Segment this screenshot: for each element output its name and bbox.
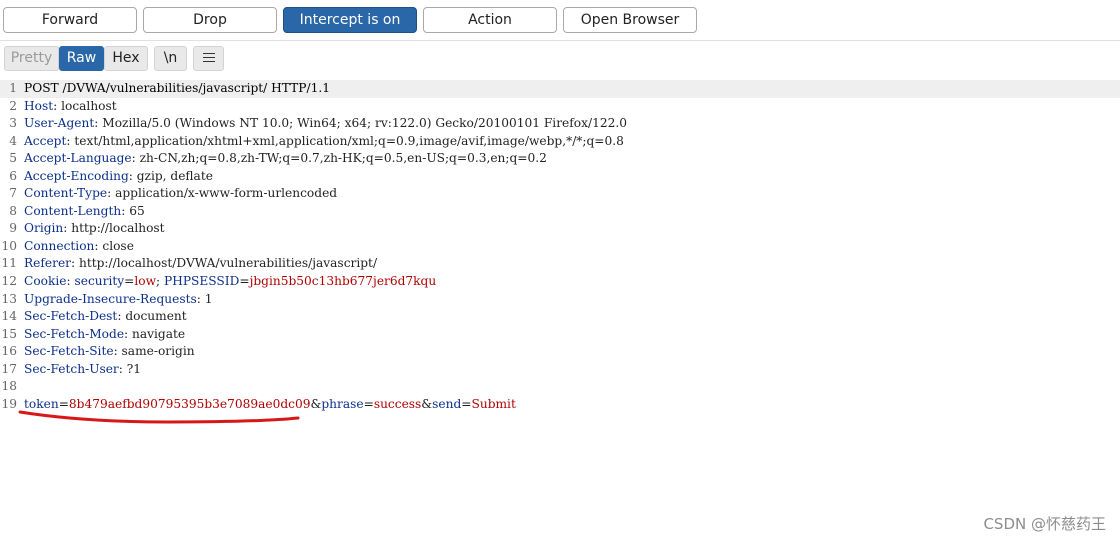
header-line: 14 Sec-Fetch-Dest: document: [0, 308, 1120, 326]
line-number: 11: [1, 256, 17, 271]
header-value: gzip, deflate: [136, 168, 213, 183]
open-browser-button[interactable]: Open Browser: [563, 7, 697, 33]
line-number: 9: [9, 221, 17, 236]
header-value: close: [102, 238, 134, 253]
body-param-value: Submit: [471, 396, 516, 411]
header-value: zh-CN,zh;q=0.8,zh-TW;q=0.7,zh-HK;q=0.5,e…: [139, 151, 547, 166]
cookie-param-value: jbgin5b50c13hb677jer6d7kqu: [249, 274, 437, 289]
header-name: Content-Length: [24, 203, 122, 218]
header-value: document: [125, 309, 187, 324]
header-line: 5 Accept-Language: zh-CN,zh;q=0.8,zh-TW;q…: [0, 150, 1120, 168]
header-value: text/html,application/xhtml+xml,applicat…: [74, 133, 624, 148]
line-number: 3: [9, 116, 17, 131]
header-name: Host: [24, 98, 54, 113]
header-line: 17 Sec-Fetch-User: ?1: [0, 361, 1120, 379]
header-line: 3 User-Agent: Mozilla/5.0 (Windows NT 10.…: [0, 115, 1120, 133]
header-name: Accept-Language: [24, 151, 132, 166]
header-line: 9 Origin: http://localhost: [0, 220, 1120, 238]
header-line: 10 Connection: close: [0, 238, 1120, 256]
drop-button[interactable]: Drop: [143, 7, 277, 33]
header-line: 13 Upgrade-Insecure-Requests: 1: [0, 291, 1120, 309]
tab-raw[interactable]: Raw: [59, 46, 104, 71]
show-newlines-button[interactable]: \n: [154, 46, 187, 71]
header-line: 11 Referer: http://localhost/DVWA/vulnera…: [0, 255, 1120, 273]
body-param-value: success: [373, 396, 422, 411]
cookie-param-name: PHPSESSID: [164, 274, 240, 289]
header-name: Origin: [24, 221, 64, 236]
request-line-text: POST /DVWA/vulnerabilities/javascript/ H…: [24, 81, 330, 95]
header-value: Mozilla/5.0 (Windows NT 10.0; Win64; x64…: [102, 116, 627, 131]
header-name: Sec-Fetch-Site: [24, 344, 114, 359]
header-value: 65: [129, 203, 145, 218]
line-number: 13: [1, 291, 17, 306]
header-name: Sec-Fetch-Dest: [24, 309, 118, 324]
line-number: 8: [9, 203, 17, 218]
header-value: ?1: [126, 361, 142, 376]
line-number: 4: [9, 133, 17, 148]
forward-button[interactable]: Forward: [3, 7, 137, 33]
action-button[interactable]: Action: [423, 7, 557, 33]
header-name: Content-Type: [24, 186, 108, 201]
header-value: localhost: [61, 98, 117, 113]
header-line: 16 Sec-Fetch-Site: same-origin: [0, 343, 1120, 361]
blank-line: 18: [0, 378, 1120, 396]
header-name: Cookie: [24, 274, 67, 289]
cookie-header-line: 12 Cookie: security=low; PHPSESSID=jbgin…: [0, 273, 1120, 291]
proxy-toolbar: Forward Drop Intercept is on Action Open…: [0, 0, 1120, 40]
raw-request-editor[interactable]: 1 POST /DVWA/vulnerabilities/javascript/…: [0, 80, 1120, 540]
cookie-param-name: security: [74, 274, 125, 289]
headers-block-after: 13 Upgrade-Insecure-Requests: 1 14 Sec-Fetc…: [0, 291, 1120, 379]
header-line: 2 Host: localhost: [0, 98, 1120, 116]
body-param-name: phrase: [321, 396, 364, 411]
header-name: Connection: [24, 238, 95, 253]
header-name: Accept-Encoding: [24, 168, 129, 183]
request-line: 1 POST /DVWA/vulnerabilities/javascript/…: [0, 80, 1120, 98]
line-number: 14: [1, 309, 17, 324]
red-underline-annotation: [18, 410, 300, 424]
hamburger-menu-icon: [202, 52, 215, 62]
line-number: 16: [1, 344, 17, 359]
header-name: Accept: [24, 133, 67, 148]
headers-block: 2 Host: localhost 3 User-Agent: Mozilla/5.0…: [0, 98, 1120, 273]
header-value: 1: [204, 291, 213, 306]
line-number: 7: [9, 186, 17, 201]
header-value: http://localhost/DVWA/vulnerabilities/ja…: [78, 256, 378, 271]
editor-menu-button[interactable]: [193, 46, 224, 71]
header-line: 15 Sec-Fetch-Mode: navigate: [0, 326, 1120, 344]
header-value: application/x-www-form-urlencoded: [115, 186, 338, 201]
intercept-toggle-button[interactable]: Intercept is on: [283, 7, 417, 33]
header-value: same-origin: [121, 344, 195, 359]
header-line: 4 Accept: text/html,application/xhtml+xml…: [0, 133, 1120, 151]
line-number: 19: [1, 396, 17, 411]
header-value: http://localhost: [71, 221, 165, 236]
toolbar-divider: [0, 40, 1120, 41]
header-value: navigate: [132, 326, 186, 341]
header-line: 6 Accept-Encoding: gzip, deflate: [0, 168, 1120, 186]
line-number: 17: [1, 361, 17, 376]
body-param-name: send: [432, 396, 462, 411]
tab-hex[interactable]: Hex: [104, 46, 148, 71]
line-number: 6: [9, 168, 17, 183]
line-number: 18: [1, 379, 17, 394]
line-number: 12: [1, 274, 17, 289]
cookie-param-value: low: [134, 274, 157, 289]
header-line: 8 Content-Length: 65: [0, 203, 1120, 221]
csdn-watermark: CSDN @怀慈药王: [983, 515, 1106, 533]
line-number: 15: [1, 326, 17, 341]
tab-pretty[interactable]: Pretty: [4, 46, 59, 71]
header-name: Sec-Fetch-User: [24, 361, 119, 376]
line-number: 2: [9, 98, 17, 113]
line-number: 1: [9, 81, 17, 95]
line-number: 5: [9, 151, 17, 166]
header-name: Sec-Fetch-Mode: [24, 326, 125, 341]
header-line: 7 Content-Type: application/x-www-form-ur…: [0, 185, 1120, 203]
header-name: Referer: [24, 256, 71, 271]
header-name: Upgrade-Insecure-Requests: [24, 291, 197, 306]
line-number: 10: [1, 238, 17, 253]
header-name: User-Agent: [24, 116, 95, 131]
